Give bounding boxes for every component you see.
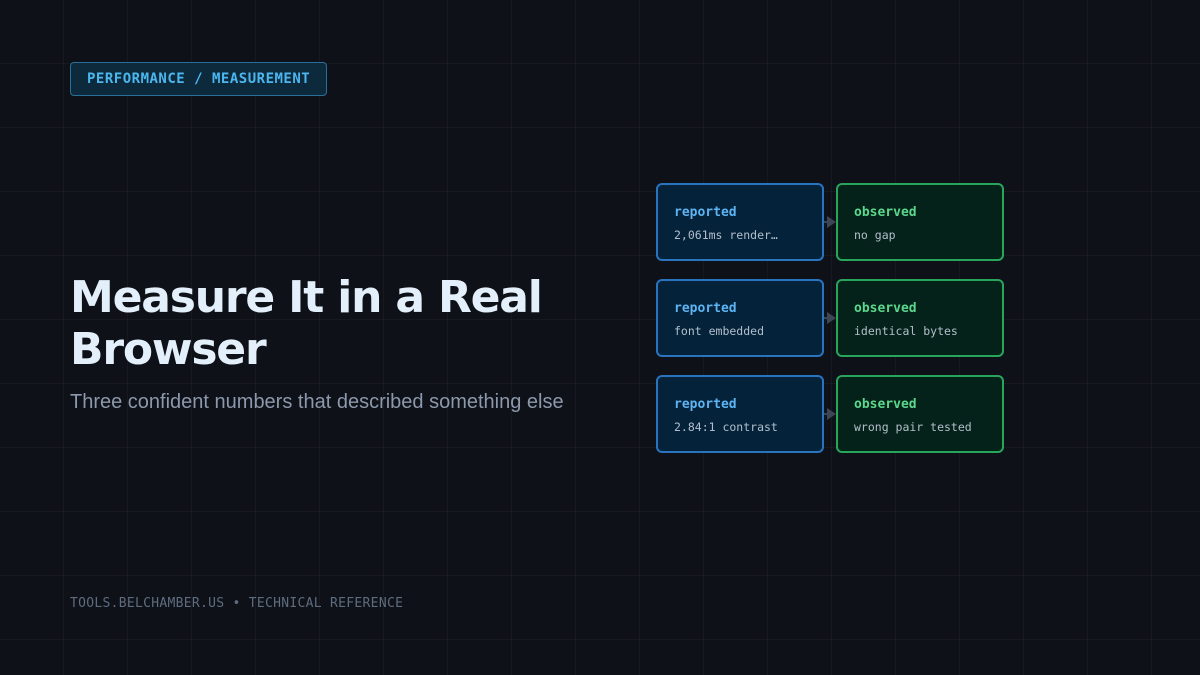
category-badge: PERFORMANCE / MEASUREMENT: [70, 62, 328, 96]
observed-card: observed wrong pair tested: [836, 375, 1004, 453]
comparison-list: reported 2,061ms render… observed no gap…: [656, 183, 1016, 471]
comparison-row: reported font embedded observed identica…: [656, 279, 1016, 357]
reported-card: reported 2.84:1 contrast: [656, 375, 824, 453]
reported-value: 2,061ms render…: [674, 228, 778, 242]
reported-value: 2.84:1 contrast: [674, 420, 778, 434]
arrow-right-icon: [824, 216, 836, 228]
reported-label: reported: [674, 301, 737, 316]
reported-value: font embedded: [674, 324, 765, 338]
observed-value: identical bytes: [854, 324, 958, 338]
observed-card: observed identical bytes: [836, 279, 1004, 357]
observed-value: no gap: [854, 228, 896, 242]
observed-card: observed no gap: [836, 183, 1004, 261]
reported-label: reported: [674, 397, 737, 412]
observed-label: observed: [854, 301, 917, 316]
footer-text: TOOLS.BELCHAMBER.US • TECHNICAL REFERENC…: [70, 596, 404, 611]
observed-label: observed: [854, 397, 917, 412]
comparison-row: reported 2,061ms render… observed no gap: [656, 183, 1016, 261]
page-title: Measure It in a Real Browser: [70, 272, 543, 375]
reported-card: reported 2,061ms render…: [656, 183, 824, 261]
observed-label: observed: [854, 205, 917, 220]
reported-label: reported: [674, 205, 737, 220]
observed-value: wrong pair tested: [854, 420, 972, 434]
comparison-row: reported 2.84:1 contrast observed wrong …: [656, 375, 1016, 453]
reported-card: reported font embedded: [656, 279, 824, 357]
arrow-right-icon: [824, 408, 836, 420]
arrow-right-icon: [824, 312, 836, 324]
page-subtitle: Three confident numbers that described s…: [70, 391, 564, 413]
